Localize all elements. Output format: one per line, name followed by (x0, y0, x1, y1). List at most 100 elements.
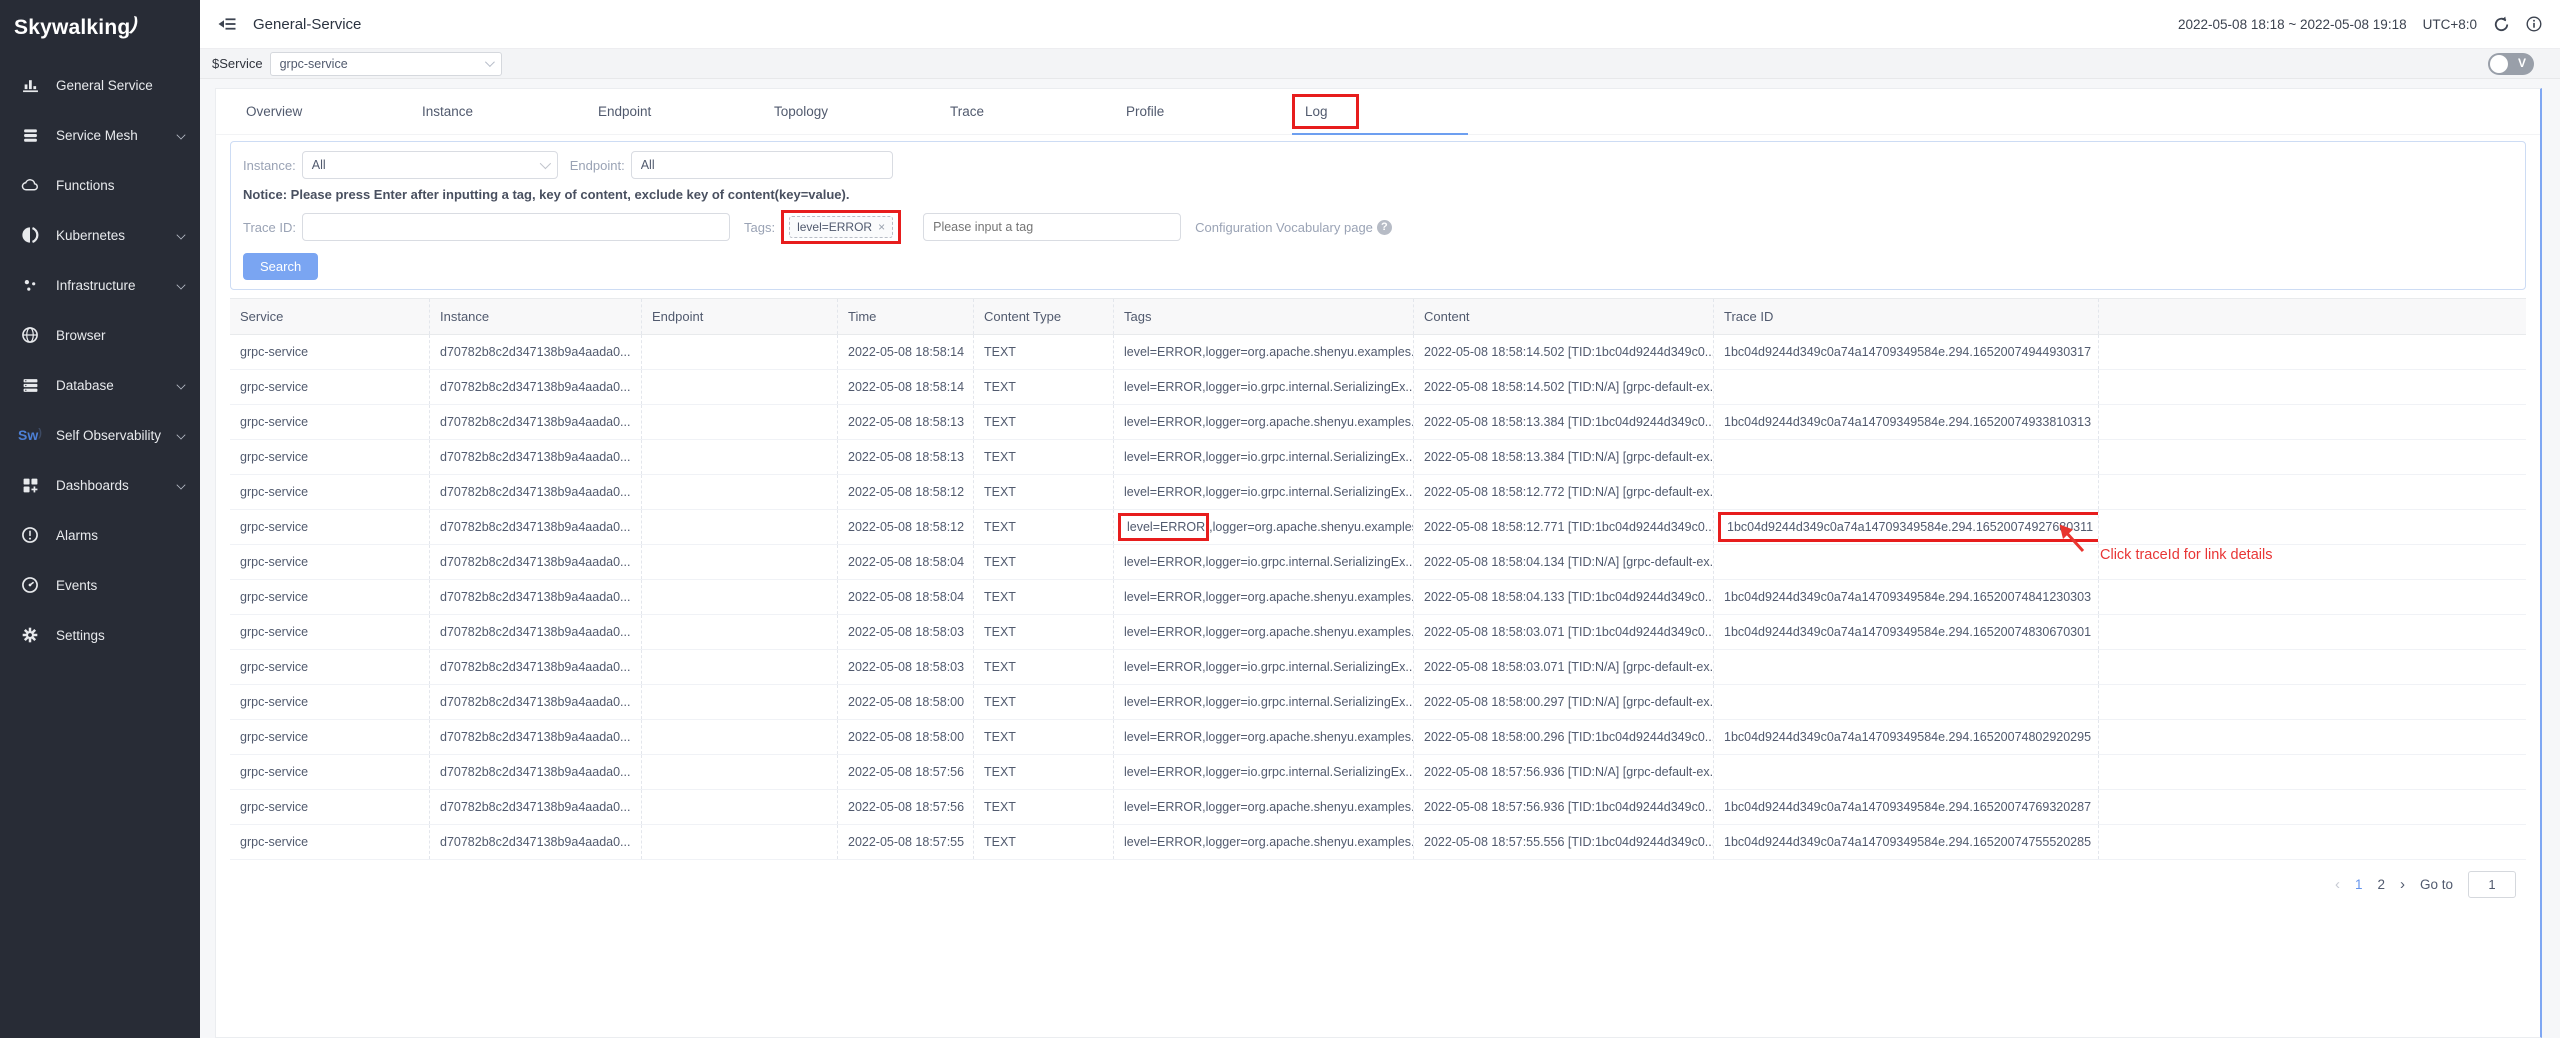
cell-time: 2022-05-08 18:58:14 (838, 335, 974, 369)
refresh-icon[interactable] (2493, 16, 2510, 33)
trace-id-link[interactable]: 1bc04d9244d349c0a74a14709349584e.294.165… (1724, 730, 2091, 744)
sidebar-item-functions[interactable]: Functions (0, 160, 200, 210)
cell-tags-rest: ,logger=org.apache.shenyu.examples... (1209, 520, 1414, 534)
trace-id-link[interactable]: 1bc04d9244d349c0a74a14709349584e.294.165… (1724, 800, 2091, 814)
trace-id-link[interactable]: 1bc04d9244d349c0a74a14709349584e.294.165… (1724, 415, 2091, 429)
cloud-icon (17, 176, 43, 194)
cell-filler (2099, 720, 2526, 754)
table-row: grpc-serviced70782b8c2d347138b9a4aada0..… (230, 825, 2526, 860)
chevron-down-icon (176, 430, 185, 439)
logo-text-sky: Sky (14, 16, 52, 39)
cell-filler (2099, 615, 2526, 649)
cell-instance: d70782b8c2d347138b9a4aada0... (430, 755, 642, 789)
tab-label: Topology (774, 104, 828, 119)
service-select[interactable]: grpc-service (270, 52, 502, 76)
sidebar-item-service-mesh[interactable]: Service Mesh (0, 110, 200, 160)
cell-time: 2022-05-08 18:58:03 (838, 615, 974, 649)
page-number-2[interactable]: 2 (2377, 877, 2385, 892)
endpoint-input[interactable] (631, 151, 893, 179)
topbar-right: 2022-05-08 18:18 ~ 2022-05-08 19:18 UTC+… (2178, 16, 2542, 33)
next-page-icon[interactable]: › (2400, 876, 2405, 893)
time-range[interactable]: 2022-05-08 18:18 ~ 2022-05-08 19:18 (2178, 17, 2407, 32)
trace-id-link[interactable]: 1bc04d9244d349c0a74a14709349584e.294.165… (1724, 625, 2091, 639)
globe-icon (17, 326, 43, 344)
service-label: $Service (212, 56, 263, 71)
search-button[interactable]: Search (243, 253, 318, 280)
info-icon[interactable] (2526, 16, 2542, 32)
cell-filler (2099, 580, 2526, 614)
events-clock-icon (17, 576, 43, 594)
tab-trace[interactable]: Trace (950, 104, 1126, 119)
tab-log[interactable]: Log (1302, 101, 1478, 122)
cell-content: 2022-05-08 18:58:04.133 [TID:1bc04d9244d… (1414, 580, 1714, 614)
sidebar: Skywalking) General ServiceService MeshF… (0, 0, 200, 1038)
sidebar-item-label: Self Observability (56, 428, 161, 443)
cell-time: 2022-05-08 18:58:13 (838, 405, 974, 439)
cell-time: 2022-05-08 18:58:13 (838, 440, 974, 474)
sw-logo-icon: Sw) (17, 427, 43, 443)
cell-content: 2022-05-08 18:58:12.771 [TID:1bc04d9244d… (1414, 510, 1714, 544)
cell-content: 2022-05-08 18:58:14.502 [TID:N/A] [grpc-… (1414, 370, 1714, 404)
cell-content: 2022-05-08 18:58:00.296 [TID:1bc04d9244d… (1414, 720, 1714, 754)
kubernetes-icon (17, 226, 43, 244)
sidebar-item-self-observability[interactable]: Sw) Self Observability (0, 410, 200, 460)
tab-label: Log (1292, 94, 1359, 129)
cell-endpoint (642, 650, 838, 684)
chevron-down-icon (540, 158, 551, 169)
sidebar-item-label: Settings (56, 628, 105, 643)
tab-overview[interactable]: Overview (246, 104, 422, 119)
trace-id-input[interactable] (302, 213, 730, 241)
cell-service: grpc-service (230, 440, 430, 474)
cell-content-type: TEXT (974, 720, 1114, 754)
remove-tag-icon[interactable]: × (878, 220, 885, 234)
sidebar-item-general-service[interactable]: General Service (0, 60, 200, 110)
cell-service: grpc-service (230, 370, 430, 404)
tab-topology[interactable]: Topology (774, 104, 950, 119)
page-number-1[interactable]: 1 (2355, 877, 2363, 892)
cell-service: grpc-service (230, 580, 430, 614)
cell-service: grpc-service (230, 790, 430, 824)
cell-filler (2099, 440, 2526, 474)
cell-tags: level=ERROR,logger=org.apache.shenyu.exa… (1114, 335, 1414, 369)
cell-trace-id: 1bc04d9244d349c0a74a14709349584e.294.165… (1714, 405, 2099, 439)
tag-chip[interactable]: level=ERROR × (789, 216, 893, 238)
cell-content: 2022-05-08 18:58:12.772 [TID:N/A] [grpc-… (1414, 475, 1714, 509)
instance-select[interactable]: All (302, 151, 558, 179)
cell-time: 2022-05-08 18:58:03 (838, 650, 974, 684)
logo-text-walking: walking (52, 16, 130, 39)
tag-input[interactable] (923, 213, 1181, 241)
trace-id-link[interactable]: 1bc04d9244d349c0a74a14709349584e.294.165… (1724, 590, 2091, 604)
sidebar-item-browser[interactable]: Browser (0, 310, 200, 360)
trace-id-link[interactable]: 1bc04d9244d349c0a74a14709349584e.294.165… (1724, 835, 2091, 849)
tab-instance[interactable]: Instance (422, 104, 598, 119)
cell-tags: level=ERROR,logger=io.grpc.internal.Seri… (1114, 545, 1414, 579)
sidebar-item-infrastructure[interactable]: Infrastructure (0, 260, 200, 310)
cell-time: 2022-05-08 18:57:55 (838, 825, 974, 859)
cell-time: 2022-05-08 18:58:00 (838, 720, 974, 754)
prev-page-icon[interactable]: ‹ (2335, 876, 2340, 893)
column-header-time: Time (838, 299, 974, 334)
cell-content: 2022-05-08 18:58:13.384 [TID:N/A] [grpc-… (1414, 440, 1714, 474)
sidebar-item-events[interactable]: Events (0, 560, 200, 610)
trace-id-link[interactable]: 1bc04d9244d349c0a74a14709349584e.294.165… (1724, 345, 2091, 359)
goto-page-input[interactable] (2468, 871, 2516, 898)
sidebar-item-alarms[interactable]: Alarms (0, 510, 200, 560)
tab-profile[interactable]: Profile (1126, 104, 1302, 119)
sidebar-item-kubernetes[interactable]: Kubernetes (0, 210, 200, 260)
version-toggle[interactable]: V (2488, 53, 2534, 75)
sidebar-item-label: Functions (56, 178, 115, 193)
cell-time: 2022-05-08 18:58:12 (838, 510, 974, 544)
cell-instance: d70782b8c2d347138b9a4aada0... (430, 405, 642, 439)
bar-chart-icon (17, 77, 43, 94)
cell-time: 2022-05-08 18:57:56 (838, 790, 974, 824)
tab-endpoint[interactable]: Endpoint (598, 104, 774, 119)
table-row: grpc-serviced70782b8c2d347138b9a4aada0..… (230, 685, 2526, 720)
trace-id-link[interactable]: 1bc04d9244d349c0a74a14709349584e.294.165… (1727, 520, 2093, 534)
vocabulary-page-link[interactable]: Configuration Vocabulary page ? (1195, 220, 1392, 235)
timezone-label[interactable]: UTC+8:0 (2423, 17, 2477, 32)
collapse-sidebar-icon[interactable] (218, 16, 237, 32)
cell-content-type: TEXT (974, 440, 1114, 474)
sidebar-item-database[interactable]: Database (0, 360, 200, 410)
sidebar-item-dashboards[interactable]: Dashboards (0, 460, 200, 510)
sidebar-item-settings[interactable]: Settings (0, 610, 200, 660)
